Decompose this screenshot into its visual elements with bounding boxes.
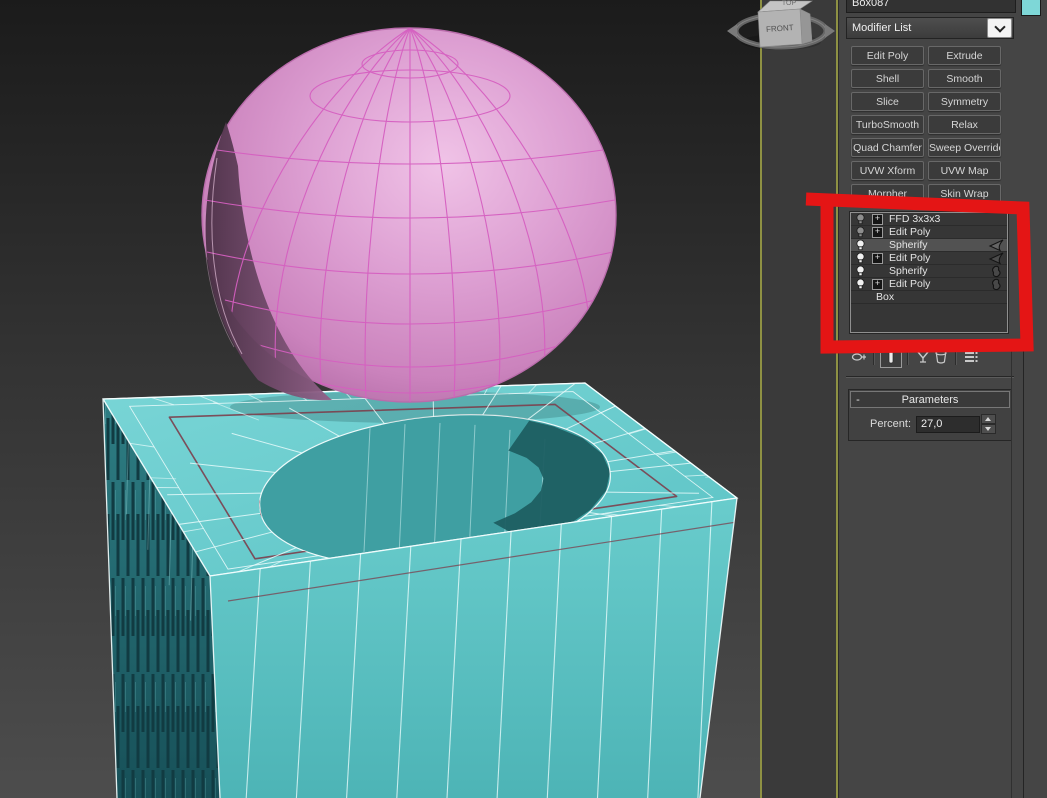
panel-edge-line <box>1011 340 1012 798</box>
modifier-stack-toolbar <box>850 345 1010 369</box>
panel-separator <box>846 376 1014 378</box>
chevron-down-icon <box>994 21 1005 32</box>
toolbar-separator <box>955 349 957 365</box>
modifier-button-uvw-xform[interactable]: UVW Xform <box>851 161 924 180</box>
modifier-list-label: Modifier List <box>847 22 987 34</box>
modifier-button-symmetry[interactable]: Symmetry <box>928 92 1001 111</box>
percent-label: Percent: <box>849 418 911 430</box>
pin-stack-icon[interactable] <box>850 348 868 366</box>
modifier-button-quad-chamfer[interactable]: Quad Chamfer <box>851 138 924 157</box>
bean-annotation-icon <box>988 278 1005 291</box>
modifier-button-morpher[interactable]: Morpher <box>851 184 924 203</box>
bean-annotation-icon <box>988 265 1005 278</box>
stack-item-spherify[interactable]: Spherify <box>851 239 1007 252</box>
modifier-button-grid: Edit PolyExtrudeShellSmoothSliceSymmetry… <box>851 46 1003 203</box>
stack-item-edit-poly[interactable]: + Edit Poly <box>851 226 1007 239</box>
stack-item-box[interactable]: Box <box>851 291 1007 304</box>
modifier-button-turbosmooth[interactable]: TurboSmooth <box>851 115 924 134</box>
remove-modifier-icon[interactable] <box>932 348 950 366</box>
stack-item-edit-poly[interactable]: + Edit Poly <box>851 278 1007 291</box>
blank <box>988 291 1005 304</box>
stack-item-label: Spherify <box>889 265 988 277</box>
modifier-button-slice[interactable]: Slice <box>851 92 924 111</box>
object-color-swatch[interactable] <box>1021 0 1041 16</box>
modifier-button-edit-poly[interactable]: Edit Poly <box>851 46 924 65</box>
visibility-bulb-icon[interactable] <box>855 213 866 225</box>
collapse-icon: - <box>851 394 865 406</box>
spinner-up-button[interactable] <box>981 414 996 424</box>
toolbar-separator <box>873 349 875 365</box>
panel-scroll-line[interactable] <box>1023 340 1024 798</box>
visibility-bulb-icon[interactable] <box>855 252 866 264</box>
stack-item-label: Edit Poly <box>889 252 988 264</box>
viewport-scene <box>0 0 760 798</box>
modifier-button-smooth[interactable]: Smooth <box>928 69 1001 88</box>
blank <box>988 226 1005 239</box>
application-window: Box087 Modifier List Edit PolyExtrudeShe… <box>0 0 1047 798</box>
percent-input[interactable]: 27,0 <box>916 416 980 433</box>
modifier-button-relax[interactable]: Relax <box>928 115 1001 134</box>
parameters-rollout: - Parameters Percent: 27,0 <box>848 389 1012 441</box>
modifier-button-uvw-map[interactable]: UVW Map <box>928 161 1001 180</box>
modifier-button-extrude[interactable]: Extrude <box>928 46 1001 65</box>
object-name-field[interactable]: Box087 <box>846 0 1016 13</box>
spinner-down-button[interactable] <box>981 424 996 434</box>
toolbar-separator <box>907 349 909 365</box>
expand-plus-icon[interactable]: + <box>872 253 883 264</box>
stack-item-edit-poly[interactable]: + Edit Poly <box>851 252 1007 265</box>
viewport-3d[interactable] <box>0 0 760 798</box>
percent-spinner <box>981 414 996 434</box>
configure-modifier-sets-icon[interactable] <box>962 348 980 366</box>
visibility-bulb-icon[interactable] <box>855 226 866 238</box>
stack-item-label: Spherify <box>889 239 988 251</box>
visibility-bulb-icon[interactable] <box>855 265 866 277</box>
stack-item-label: Edit Poly <box>889 226 988 238</box>
visibility-bulb-icon[interactable] <box>855 239 866 251</box>
dropdown-arrow-button[interactable] <box>987 18 1012 38</box>
arrow-annotation-icon <box>988 239 1005 252</box>
visibility-bulb-icon[interactable] <box>855 278 866 290</box>
rollout-title: Parameters <box>865 394 1009 406</box>
expand-plus-icon[interactable]: + <box>872 214 883 225</box>
make-unique-icon[interactable] <box>914 348 932 366</box>
modifier-stack-list: +FFD 3x3x3+Edit PolySpherify+Edit PolySp… <box>850 212 1008 333</box>
blank <box>988 213 1005 226</box>
stack-item-label: FFD 3x3x3 <box>889 213 988 225</box>
stack-item-spherify[interactable]: Spherify <box>851 265 1007 278</box>
expand-plus-icon[interactable]: + <box>872 279 883 290</box>
stack-item-label: Edit Poly <box>889 278 988 290</box>
modifier-button-shell[interactable]: Shell <box>851 69 924 88</box>
expand-plus-icon[interactable]: + <box>872 227 883 238</box>
modifier-list-dropdown[interactable]: Modifier List <box>846 17 1014 39</box>
rollout-header[interactable]: - Parameters <box>850 391 1010 408</box>
modifier-button-skin-wrap[interactable]: Skin Wrap <box>928 184 1001 203</box>
arrow-annotation-icon <box>988 252 1005 265</box>
viewport-right-strip[interactable] <box>760 0 838 798</box>
stack-item-ffd-3x3x3[interactable]: + FFD 3x3x3 <box>851 213 1007 226</box>
show-end-result-icon[interactable] <box>880 346 902 368</box>
command-panel: Box087 Modifier List Edit PolyExtrudeShe… <box>838 0 1047 798</box>
modifier-button-sweep-override[interactable]: Sweep Override <box>928 138 1001 157</box>
stack-item-label: Box <box>876 291 988 303</box>
percent-row: Percent: 27,0 <box>849 414 1011 434</box>
